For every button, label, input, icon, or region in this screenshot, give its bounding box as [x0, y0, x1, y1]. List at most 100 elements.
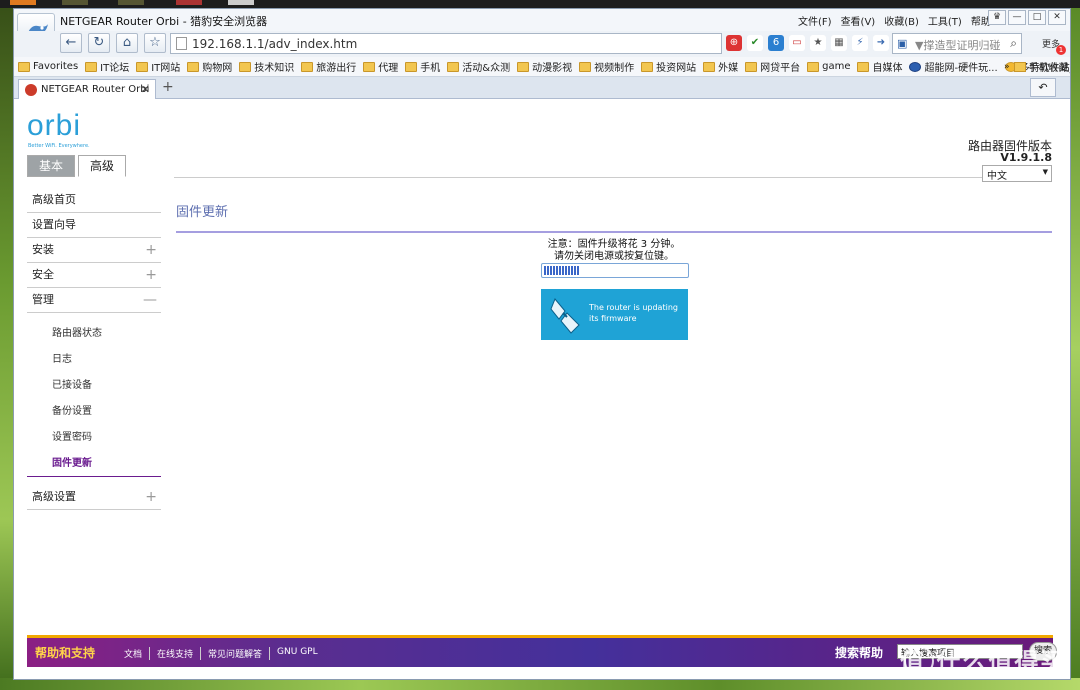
- folder-icon: [745, 61, 758, 72]
- expand-plus-icon[interactable]: +: [145, 238, 157, 262]
- lightning-icon[interactable]: ⚡: [852, 35, 868, 51]
- bookmark-item[interactable]: 网贷平台: [745, 59, 800, 74]
- search-placeholder: ▼撑造型证明归碰: [915, 39, 1001, 52]
- menu-tools[interactable]: 工具(T): [928, 13, 962, 28]
- navigation-bar: ← ↻ ⌂ ☆ 192.168.1.1/adv_index.htm ⊕ ✔ 6 …: [14, 31, 1070, 57]
- sidebar-item-setup[interactable]: 安装 +: [27, 238, 161, 263]
- tab-close-icon[interactable]: ✕: [141, 83, 150, 96]
- folder-icon: [405, 61, 418, 72]
- search-icon[interactable]: ⌕: [1010, 36, 1017, 51]
- grid-menu-icon[interactable]: ▦: [831, 35, 847, 51]
- bookmark-item[interactable]: 手机: [405, 59, 440, 74]
- bookmark-item[interactable]: 活动&众测: [447, 59, 510, 74]
- tab-title: NETGEAR Router Orbi: [41, 84, 150, 95]
- orbi-logo: orbi: [27, 109, 82, 142]
- checkmark-icon[interactable]: ✔: [747, 35, 763, 51]
- sidebar-subitem-logs[interactable]: 日志: [27, 347, 161, 373]
- expand-plus-icon[interactable]: +: [145, 485, 157, 509]
- expand-plus-icon[interactable]: +: [145, 263, 157, 287]
- undo-close-tab-button[interactable]: ↶: [1030, 78, 1056, 97]
- bookmark-item[interactable]: 外媒: [703, 59, 738, 74]
- new-tab-button[interactable]: +: [162, 79, 174, 95]
- screenshot-icon[interactable]: ▭: [789, 35, 805, 51]
- bookmark-item[interactable]: 代理: [363, 59, 398, 74]
- collapse-minus-icon[interactable]: —: [143, 288, 157, 312]
- refresh-button[interactable]: ↻: [88, 33, 110, 53]
- link-online-support[interactable]: 在线支持: [150, 647, 202, 660]
- bookmark-item[interactable]: IT网站: [136, 59, 180, 74]
- folder-icon: [807, 61, 820, 72]
- notice-line-1: 注意：固件升级将花 3 分钟。: [547, 239, 681, 250]
- bookmark-item[interactable]: Favorites: [18, 61, 78, 72]
- bookmark-item[interactable]: 技术知识: [239, 59, 294, 74]
- forward-arrow-icon[interactable]: ➜: [873, 35, 889, 51]
- skin-button[interactable]: ♛: [988, 10, 1006, 25]
- page-title: 固件更新: [176, 205, 229, 220]
- compat-mode-icon[interactable]: 6: [768, 35, 784, 51]
- bookmark-mobile[interactable]: » 手机收藏: [1004, 59, 1069, 74]
- chevron-down-icon: ▼: [1042, 168, 1048, 176]
- desktop-thumbnail: [118, 0, 144, 5]
- link-faq[interactable]: 常见问题解答: [201, 647, 271, 660]
- browser-window: NETGEAR Router Orbi - 猎豹安全浏览器 文件(F) 查看(V…: [13, 8, 1071, 680]
- bookmark-item[interactable]: 动漫影视: [517, 59, 572, 74]
- menu-file[interactable]: 文件(F): [798, 13, 832, 28]
- minimize-button[interactable]: —: [1008, 10, 1026, 25]
- bookmark-item[interactable]: 超能网-硬件玩...: [909, 59, 998, 74]
- sidebar-item-administration[interactable]: 管理 —: [27, 288, 161, 313]
- desktop-thumbnail: [62, 0, 88, 5]
- tab-netgear[interactable]: NETGEAR Router Orbi ✕: [18, 79, 156, 100]
- sidebar-item-security[interactable]: 安全 +: [27, 263, 161, 288]
- search-box[interactable]: ▣ ▼撑造型证明归碰 ⌕: [892, 33, 1022, 54]
- home-button[interactable]: ⌂: [116, 33, 138, 53]
- tab-basic[interactable]: 基本: [27, 155, 75, 177]
- folder-icon: [447, 61, 460, 72]
- bookmark-item[interactable]: 旅游出行: [301, 59, 356, 74]
- bookmarks-bar: Favorites IT论坛 IT网站 购物网 技术知识 旅游出行 代理 手机 …: [14, 57, 1070, 77]
- banner-text: The router is updating its firmware: [589, 303, 678, 323]
- sidebar-subitem-attached-devices[interactable]: 已接设备: [27, 373, 161, 399]
- watermark: 值 什么值得买: [900, 648, 1067, 676]
- sidebar-subitem-backup-settings[interactable]: 备份设置: [27, 399, 161, 425]
- bookmark-item[interactable]: 投资网站: [641, 59, 696, 74]
- folder-icon: [239, 61, 252, 72]
- firmware-progress-bar: [541, 263, 689, 278]
- menu-view[interactable]: 查看(V): [841, 13, 876, 28]
- link-gnu-gpl[interactable]: GNU GPL: [270, 647, 325, 660]
- bookmark-item[interactable]: 视频制作: [579, 59, 634, 74]
- bookmark-item[interactable]: 购物网: [187, 59, 232, 74]
- bookmark-item[interactable]: 自媒体: [857, 59, 902, 74]
- sidebar-subitem-router-status[interactable]: 路由器状态: [27, 321, 161, 347]
- language-select[interactable]: 中文 ▼: [982, 165, 1052, 182]
- tab-advanced[interactable]: 高级: [78, 155, 126, 177]
- link-documentation[interactable]: 文档: [117, 647, 151, 660]
- bookmark-item[interactable]: game: [807, 61, 850, 72]
- bookmark-star-icon[interactable]: ★: [810, 35, 826, 51]
- bookmark-item[interactable]: IT论坛: [85, 59, 129, 74]
- security-shield-icon[interactable]: ⊕: [726, 35, 742, 51]
- sidebar-item-advanced-home[interactable]: 高级首页: [27, 188, 161, 213]
- address-bar[interactable]: 192.168.1.1/adv_index.htm: [170, 33, 722, 54]
- close-window-button[interactable]: ✕: [1048, 10, 1066, 25]
- page-icon: [176, 37, 187, 50]
- search-engine-icon[interactable]: ▣: [897, 37, 907, 50]
- sidebar-subitem-firmware-update[interactable]: 固件更新: [27, 451, 161, 477]
- home-icon: ⌂: [122, 35, 132, 50]
- help-support-title: 帮助和支持: [35, 646, 96, 660]
- folder-icon: [579, 61, 592, 72]
- update-notice: 注意：固件升级将花 3 分钟。 请勿关闭电源或按复位键。: [444, 239, 784, 263]
- menu-bar: 文件(F) 查看(V) 收藏(B) 工具(T) 帮助: [798, 13, 991, 28]
- sidebar-item-setup-wizard[interactable]: 设置向导: [27, 213, 161, 238]
- favorite-star-button[interactable]: ☆: [144, 33, 166, 53]
- sidebar-subitem-set-password[interactable]: 设置密码: [27, 425, 161, 451]
- sidebar-item-advanced-setup[interactable]: 高级设置 +: [27, 485, 161, 510]
- back-button[interactable]: ←: [60, 33, 82, 53]
- url-text[interactable]: 192.168.1.1/adv_index.htm: [192, 37, 357, 51]
- folder-icon: [301, 61, 314, 72]
- header-divider: [174, 177, 1052, 178]
- menu-favorites[interactable]: 收藏(B): [884, 13, 919, 28]
- router-device-icon: [550, 298, 580, 334]
- maximize-button[interactable]: □: [1028, 10, 1046, 25]
- page-content: orbi Better WiFi. Everywhere. 基本 高级 路由器固…: [14, 99, 1070, 679]
